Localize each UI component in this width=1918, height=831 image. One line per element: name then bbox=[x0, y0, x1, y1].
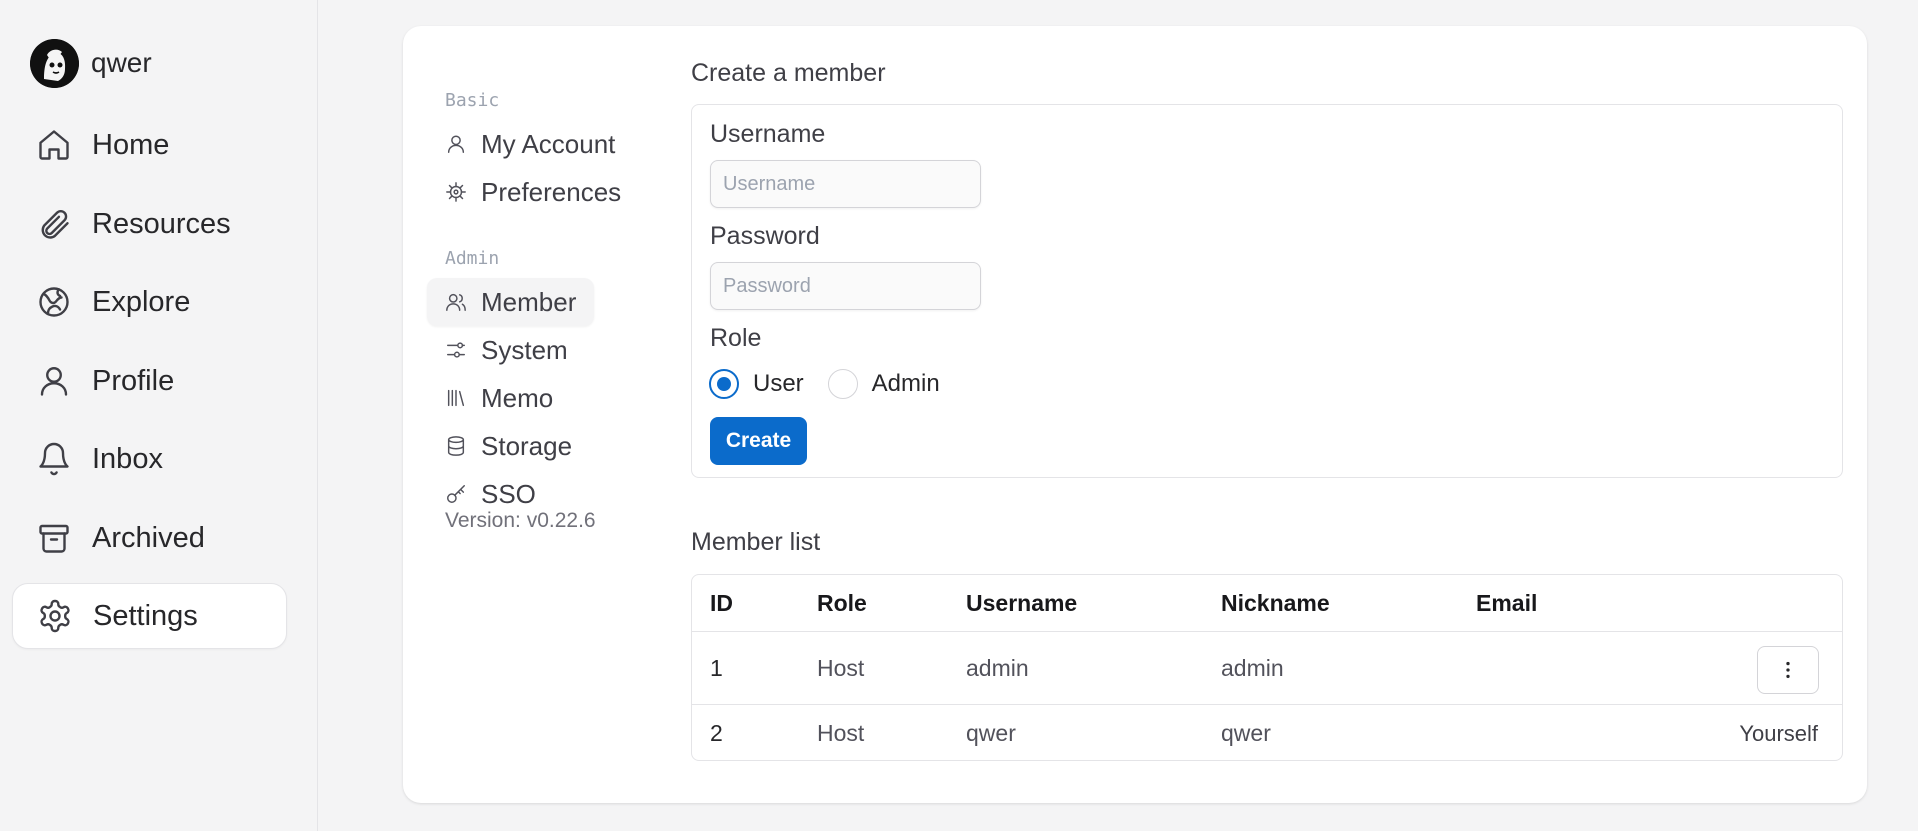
column-header-id: ID bbox=[710, 590, 733, 616]
column-header-nickname: Nickname bbox=[1221, 590, 1330, 616]
table-header-row: ID Role Username Nickname Email bbox=[692, 575, 1842, 631]
sidebar-item-home[interactable]: Home bbox=[12, 112, 287, 178]
username-label: Username bbox=[710, 120, 826, 148]
column-header-role: Role bbox=[817, 590, 867, 616]
sidebar-item-explore[interactable]: Explore bbox=[12, 269, 287, 335]
database-icon bbox=[447, 436, 465, 456]
sidebar-item-label: Settings bbox=[93, 599, 198, 632]
role-radio-group: User Admin bbox=[709, 369, 964, 399]
cell-id: 2 bbox=[710, 720, 723, 746]
sidebar-item-inbox[interactable]: Inbox bbox=[12, 426, 287, 492]
create-member-title: Create a member bbox=[691, 59, 886, 87]
cell-nickname: qwer bbox=[1221, 720, 1271, 746]
app-sidebar: qwer Home Resources Explore Profile Inbo… bbox=[0, 0, 318, 831]
settings-item-system[interactable]: System bbox=[427, 326, 586, 374]
role-radio-user-label[interactable]: User bbox=[753, 370, 804, 398]
sidebar-item-settings[interactable]: Settings bbox=[12, 583, 287, 649]
gear-icon bbox=[40, 599, 70, 633]
settings-item-label: Storage bbox=[481, 430, 573, 461]
cell-role: Host bbox=[817, 655, 865, 681]
user-name: qwer bbox=[91, 47, 152, 78]
settings-nav: Basic My Account Preferences Admin Membe… bbox=[403, 26, 663, 803]
yourself-label: Yourself bbox=[1739, 721, 1818, 746]
column-header-username: Username bbox=[966, 590, 1078, 616]
settings-item-label: Preferences bbox=[481, 176, 622, 207]
sidebar-item-label: Home bbox=[92, 128, 170, 161]
settings-item-label: Memo bbox=[481, 382, 554, 413]
user-menu[interactable]: qwer bbox=[30, 38, 152, 88]
settings-item-label: Member bbox=[481, 286, 577, 317]
sidebar-item-label: Archived bbox=[92, 521, 205, 554]
sidebar-item-label: Inbox bbox=[92, 442, 163, 475]
sidebar-item-archived[interactable]: Archived bbox=[12, 505, 287, 571]
settings-item-label: My Account bbox=[481, 128, 616, 159]
cell-role: Host bbox=[817, 720, 865, 746]
column-header-email: Email bbox=[1476, 590, 1538, 616]
password-input[interactable] bbox=[710, 262, 981, 310]
settings-item-label: System bbox=[481, 334, 568, 365]
role-radio-admin[interactable] bbox=[827, 369, 858, 399]
paperclip-icon bbox=[41, 210, 69, 239]
sidebar-item-label: Profile bbox=[92, 364, 175, 397]
sliders-icon bbox=[447, 342, 465, 358]
settings-item-memo[interactable]: Memo bbox=[427, 374, 571, 422]
home-icon bbox=[39, 130, 69, 160]
archive-icon bbox=[39, 524, 69, 553]
cog-icon bbox=[446, 182, 466, 202]
sidebar-item-label: Resources bbox=[92, 207, 231, 240]
cell-username: qwer bbox=[966, 720, 1016, 746]
cell-username: admin bbox=[966, 655, 1029, 681]
role-radio-admin-label[interactable]: Admin bbox=[872, 370, 940, 398]
role-label: Role bbox=[710, 324, 762, 352]
password-label: Password bbox=[710, 222, 820, 250]
settings-item-storage[interactable]: Storage bbox=[427, 422, 590, 470]
avatar bbox=[30, 38, 79, 88]
section-label-basic: Basic bbox=[445, 90, 500, 111]
globe-icon bbox=[39, 287, 69, 317]
settings-item-member[interactable]: Member bbox=[427, 278, 595, 326]
user-icon bbox=[447, 135, 465, 153]
cell-id: 1 bbox=[710, 655, 723, 681]
sidebar-item-profile[interactable]: Profile bbox=[12, 348, 287, 414]
cell-nickname: admin bbox=[1221, 655, 1284, 681]
section-label-admin: Admin bbox=[445, 248, 500, 269]
table-row: 1 Host admin admin bbox=[692, 632, 1842, 704]
member-table: ID Role Username Nickname Email 1 Host a… bbox=[691, 574, 1843, 761]
users-icon bbox=[446, 293, 466, 311]
user-icon bbox=[40, 367, 68, 396]
sidebar-item-resources[interactable]: Resources bbox=[12, 191, 287, 257]
sidebar-item-label: Explore bbox=[92, 285, 191, 318]
create-member-form: Username Password Role User Admin Create bbox=[691, 104, 1843, 478]
settings-item-label: SSO bbox=[481, 478, 536, 509]
member-list-title: Member list bbox=[691, 528, 821, 556]
version-text: Version: v0.22.6 bbox=[445, 509, 596, 532]
key-icon bbox=[447, 485, 465, 503]
bell-icon bbox=[39, 442, 69, 476]
row-actions-button[interactable] bbox=[1757, 646, 1819, 694]
library-icon bbox=[447, 389, 465, 407]
username-input[interactable] bbox=[710, 160, 981, 208]
more-vertical-icon bbox=[1786, 661, 1790, 679]
create-button[interactable]: Create bbox=[710, 417, 807, 465]
settings-card: Basic My Account Preferences Admin Membe… bbox=[403, 26, 1867, 803]
settings-item-my-account[interactable]: My Account bbox=[427, 120, 633, 168]
settings-item-preferences[interactable]: Preferences bbox=[427, 168, 639, 216]
table-row: 2 Host qwer qwer Yourself bbox=[692, 705, 1842, 760]
role-radio-user[interactable] bbox=[709, 369, 739, 399]
